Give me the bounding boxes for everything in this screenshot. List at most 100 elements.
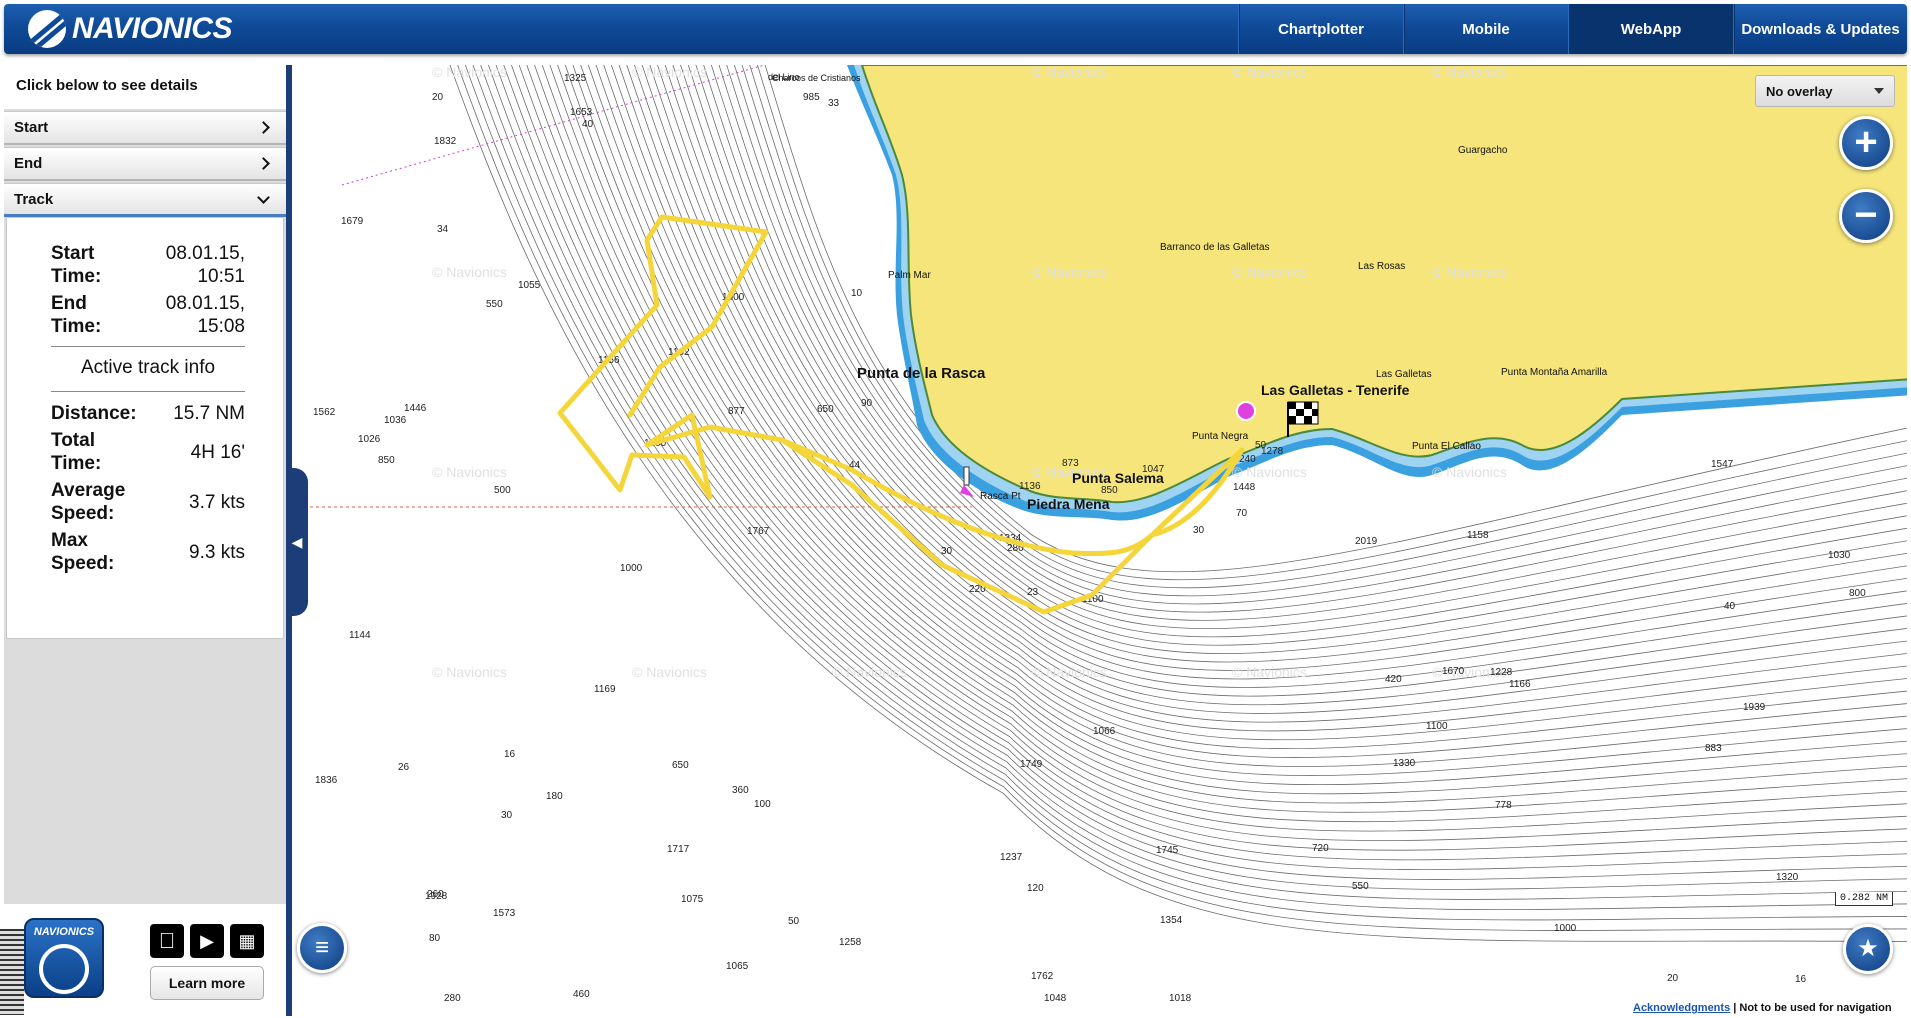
watermark-text: © Navionics [1232,664,1307,680]
depth-label: 40 [1724,601,1736,612]
depth-label: 1745 [1156,845,1179,856]
place-name: Palm Mar [888,270,931,281]
depth-label: 500 [494,485,511,496]
depth-label: 1169 [594,684,616,695]
place-name: Punta de la Rasca [857,365,986,382]
depth-label: 1036 [384,415,407,426]
navionics-app-logo[interactable]: NAVIONICS [24,918,104,998]
depth-label: 30 [1193,525,1205,536]
accordion-track[interactable]: Track [4,183,286,217]
watermark-text: © Navionics [632,65,707,80]
depth-label: 1075 [681,894,704,905]
place-name: Guargacho [1458,145,1508,156]
navionics-logo-icon [28,10,66,48]
max-speed-value: 9.3 kts [189,541,245,563]
place-name: Rasca Pt [980,491,1021,502]
depth-label: 33 [828,98,840,109]
depth-label: 1832 [434,136,457,147]
nautical-chart[interactable]: © Navionics © Navionics © Navionics © Navio… [286,65,1907,1016]
windows-store-icon[interactable]: ▦ [230,924,264,958]
accordion-start[interactable]: Start [4,111,286,145]
depth-label: 1166 [1509,679,1531,690]
tab-downloads-updates[interactable]: Downloads & Updates [1733,4,1907,54]
depth-label: 1562 [313,407,336,418]
place-name: Puerto [832,65,859,67]
watermark-text: © Navionics [432,65,507,80]
total-time-label: Total Time: [51,430,102,474]
depth-label: 1018 [1169,993,1192,1004]
tab-mobile[interactable]: Mobile [1403,4,1568,54]
depth-label: 1749 [1020,759,1043,770]
depth-label: 280 [444,993,461,1004]
start-time-row: Start Time: 08.01.15, 10:51 [51,242,245,288]
apple-icon[interactable]:  [150,924,184,958]
depth-label: 50 [1255,440,1267,451]
depth-label: 70 [1236,508,1248,519]
depth-label: 1928 [425,891,448,902]
watermark-text: © Navionics [1032,264,1107,280]
accordion-end[interactable]: End [4,147,286,181]
depth-label: 1767 [747,526,770,537]
chevron-right-icon [257,157,270,170]
depth-label: 120 [1027,883,1044,894]
watermark-text: © Navionics [1432,464,1507,480]
navionics-logo[interactable]: NAVIONICS [4,4,1238,54]
app-logo-text: NAVIONICS [33,926,95,938]
dropdown-arrow-icon [1874,88,1884,94]
depth-label: 1048 [1044,993,1067,1004]
depth-label: 1000 [1554,923,1577,934]
chart-canvas[interactable]: © Navionics © Navionics © Navionics © Navio… [292,65,1907,1016]
acknowledgments-link[interactable]: Acknowledgments [1633,1002,1730,1014]
accordion-end-label: End [14,155,43,172]
depth-label: 1836 [315,775,338,786]
tab-webapp[interactable]: WebApp [1568,4,1733,54]
start-marker-icon[interactable] [1236,401,1256,421]
depth-label: 873 [1062,458,1079,469]
details-panel: Click below to see details Start End Tra… [4,61,286,1016]
watermark-text: © Navionics [1232,464,1307,480]
depth-label: 1258 [839,937,862,948]
depth-label: 850 [1101,485,1118,496]
locate-user-button[interactable]: ★ [1843,924,1893,974]
depth-label: 460 [573,989,590,1000]
map-scale: 0.282 NM [1835,892,1893,906]
decorative-bars [0,929,24,1015]
track-details: Start Time: 08.01.15, 10:51 End Time: 08… [6,217,284,639]
depth-label: 650 [817,404,834,415]
depth-label: 40 [582,119,594,130]
collapse-panel-tab[interactable]: ◀ [286,468,308,616]
zoom-out-button[interactable]: − [1839,189,1893,243]
depth-label: 1066 [1093,726,1116,737]
depth-label: 1055 [518,280,541,291]
place-name: Punta Salema [1072,470,1164,486]
land-mass [860,65,1907,504]
active-track-title: Active track info [80,357,216,378]
watermark-text: © Navionics [632,664,707,680]
depth-label: 1228 [1490,667,1513,678]
accordion-start-label: Start [14,119,49,136]
depth-label: 34 [437,224,449,235]
avg-speed-row: Average Speed: 3.7 kts [51,479,245,525]
depth-label: 1320 [1776,872,1799,883]
depth-label: 883 [1705,743,1722,754]
divider [51,346,245,347]
overlay-select[interactable]: No overlay [1755,75,1895,107]
depth-label: 1762 [1031,971,1054,982]
boat-logo-icon [39,944,89,994]
depth-label: 1670 [1442,666,1465,677]
learn-more-button[interactable]: Learn more [150,966,264,1000]
layers-button[interactable]: ≡ [297,923,347,973]
divider [51,391,245,392]
depth-label: 420 [1385,674,1402,685]
depth-label: 650 [672,760,689,771]
depth-label: 550 [1352,881,1369,892]
depth-label: 20 [1667,973,1679,984]
zoom-in-button[interactable]: + [1839,116,1893,170]
depth-label: 1065 [726,961,749,972]
overlay-select-value: No overlay [1766,83,1833,99]
tab-chartplotter[interactable]: Chartplotter [1238,4,1403,54]
depth-label: 90 [861,398,873,409]
watermark-text: © Navionics [832,664,907,680]
google-play-icon[interactable]: ▶ [190,924,224,958]
depth-label: 1030 [1828,550,1851,561]
